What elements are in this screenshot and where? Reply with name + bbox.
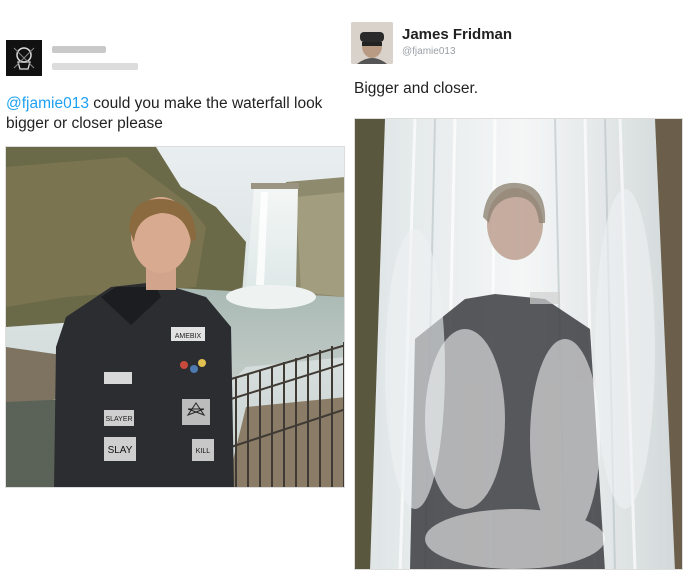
right-avatar[interactable]: [351, 22, 393, 64]
redacted-handle: [52, 63, 138, 70]
left-tweet-text: @fjamie013 could you make the waterfall …: [6, 94, 351, 134]
profile-photo-icon: [351, 22, 393, 64]
patch-label: SLAY: [108, 445, 133, 456]
patch-label: SLAYER: [105, 416, 132, 423]
skull-icon: [6, 40, 42, 76]
right-author-name[interactable]: James Fridman: [402, 26, 512, 43]
patch-label: AMEBIX: [175, 333, 202, 340]
right-author-handle[interactable]: @fjamie013: [402, 46, 456, 57]
patch-label: KILL: [196, 448, 211, 455]
redacted-name: [52, 46, 106, 53]
left-avatar[interactable]: [6, 40, 42, 76]
waterfall-photo[interactable]: AMEBIX SLAYER SLAY KILL: [5, 146, 345, 488]
edited-waterfall-photo[interactable]: [354, 118, 683, 570]
right-tweet-text: Bigger and closer.: [354, 80, 479, 97]
mention-link[interactable]: @fjamie013: [6, 95, 89, 112]
